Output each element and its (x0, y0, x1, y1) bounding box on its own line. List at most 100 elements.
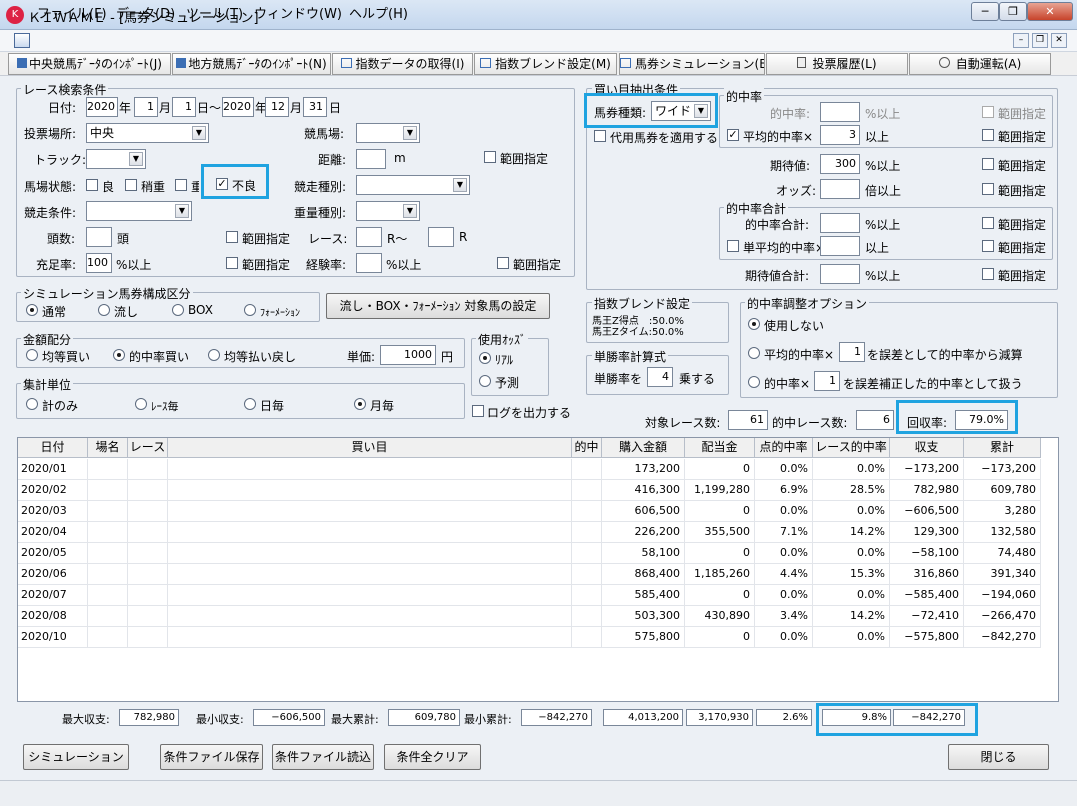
single-avg-range-checkbox[interactable] (982, 240, 994, 252)
race-to-input[interactable] (428, 227, 454, 247)
hit-rate-input[interactable] (820, 102, 860, 122)
from-month-input[interactable]: 1 (134, 97, 158, 117)
race-type-select[interactable]: ▼ (356, 175, 470, 195)
odds-input[interactable] (820, 179, 860, 199)
experience-input[interactable] (356, 253, 382, 273)
experience-range-checkbox[interactable] (497, 257, 509, 269)
to-year-input[interactable]: 2020 (222, 97, 254, 117)
odds-predicted-radio[interactable] (479, 375, 491, 387)
import-local-button[interactable]: 地方競馬ﾃﾞｰﾀのｲﾝﾎﾟｰﾄ(N) (172, 53, 331, 75)
condition-slightly-heavy-checkbox[interactable] (125, 179, 137, 191)
surface-select[interactable]: ▼ (86, 149, 146, 169)
menu-file[interactable]: ファイル(F) (37, 3, 107, 22)
unit-price-input[interactable]: 1000 (380, 345, 436, 365)
bet-type-select[interactable]: ワイド ▼ (651, 101, 711, 121)
race-condition-select[interactable]: ▼ (86, 201, 192, 221)
column-header[interactable]: 買い目 (168, 438, 572, 458)
fetch-index-button[interactable]: 指数データの取得(I) (332, 53, 473, 75)
column-header[interactable]: 配当金 (685, 438, 755, 458)
column-header[interactable]: 場名 (88, 438, 128, 458)
adjust-none-radio[interactable] (748, 318, 760, 330)
distance-input[interactable] (356, 149, 386, 169)
avg-hit-input[interactable]: 3 (820, 125, 860, 145)
adjust-subtract-input[interactable]: 1 (839, 342, 865, 362)
aggregate-total-radio[interactable] (26, 398, 38, 410)
hit-sum-range-checkbox[interactable] (982, 217, 994, 229)
mdi-close-button[interactable]: ✕ (1051, 33, 1067, 48)
heads-input[interactable] (86, 227, 112, 247)
column-header[interactable]: レース (128, 438, 168, 458)
clear-conditions-button[interactable]: 条件全クリア (384, 744, 481, 770)
close-button[interactable]: 閉じる (948, 744, 1049, 770)
heads-range-checkbox[interactable] (226, 231, 238, 243)
bet-simulation-button[interactable]: 馬券シミュレーション(B) (619, 53, 765, 75)
menu-help[interactable]: ヘルプ(H) (349, 3, 408, 22)
composition-formation-radio[interactable] (244, 304, 256, 316)
fill-range-checkbox[interactable] (226, 257, 238, 269)
odds-real-radio[interactable] (479, 352, 491, 364)
column-header[interactable]: 収支 (890, 438, 964, 458)
from-year-input[interactable]: 2020 (86, 97, 118, 117)
aggregate-race-radio[interactable] (135, 398, 147, 410)
mdi-restore-button[interactable]: ❐ (1032, 33, 1048, 48)
minimize-button[interactable]: ─ (971, 2, 999, 21)
condition-heavy-checkbox[interactable] (175, 179, 187, 191)
condition-good-checkbox[interactable] (86, 179, 98, 191)
single-avg-checkbox[interactable] (727, 240, 739, 252)
ev-range-checkbox[interactable] (982, 158, 994, 170)
from-day-input[interactable]: 1 (172, 97, 196, 117)
column-header[interactable]: レース的中率 (813, 438, 890, 458)
avg-hit-range-checkbox[interactable] (982, 129, 994, 141)
avg-hit-checkbox[interactable]: ✓ (727, 129, 739, 141)
to-day-input[interactable]: 31 (303, 97, 327, 117)
results-table[interactable]: 日付 場名 レース 買い目 的中 購入金額 配当金 点的中率 レース的中率 収支 累計 2020/01… (17, 437, 1059, 702)
target-horse-settings-button[interactable]: 流し・BOX・ﾌｫｰﾒｰｼｮﾝ 対象馬の設定 (326, 293, 550, 319)
menu-tools[interactable]: ツール(T) (186, 3, 243, 22)
menu-data[interactable]: データ(D) (116, 3, 175, 22)
restore-button[interactable]: ❐ (999, 2, 1027, 21)
adjust-correct-radio[interactable] (748, 376, 760, 388)
adjust-correct-input[interactable]: 1 (814, 371, 840, 391)
save-conditions-button[interactable]: 条件ファイル保存 (160, 744, 263, 770)
track-select[interactable]: ▼ (356, 123, 420, 143)
aggregate-day-radio[interactable] (244, 398, 256, 410)
composition-normal-radio[interactable] (26, 304, 38, 316)
column-header[interactable]: 日付 (18, 438, 88, 458)
fill-rate-input[interactable]: 100 (86, 253, 112, 273)
load-conditions-button[interactable]: 条件ファイル読込 (272, 744, 374, 770)
column-header[interactable]: 点的中率 (755, 438, 813, 458)
allocation-equal-payout-radio[interactable] (208, 349, 220, 361)
to-month-input[interactable]: 12 (265, 97, 289, 117)
allocation-hit-rate-radio[interactable] (113, 349, 125, 361)
hit-rate-range-checkbox[interactable] (982, 106, 994, 118)
import-central-button[interactable]: 中央競馬ﾃﾞｰﾀのｲﾝﾎﾟｰﾄ(J) (8, 53, 171, 75)
adjust-subtract-radio[interactable] (748, 347, 760, 359)
substitute-checkbox[interactable] (594, 130, 606, 142)
win-rate-power-input[interactable]: 4 (647, 367, 673, 387)
simulate-button[interactable]: シミュレーション (23, 744, 129, 770)
aggregate-month-radio[interactable] (354, 398, 366, 410)
column-header[interactable]: 累計 (964, 438, 1041, 458)
composition-nagashi-radio[interactable] (98, 304, 110, 316)
hit-sum-input[interactable] (820, 213, 860, 233)
column-header[interactable]: 的中 (572, 438, 602, 458)
odds-range-checkbox[interactable] (982, 183, 994, 195)
expected-value-input[interactable]: 300 (820, 154, 860, 174)
mdi-minimize-button[interactable]: – (1013, 33, 1029, 48)
distance-range-checkbox[interactable] (484, 151, 496, 163)
log-output-checkbox[interactable] (472, 405, 484, 417)
auto-run-button[interactable]: 自動運転(A) (909, 53, 1051, 75)
ev-sum-input[interactable] (820, 264, 860, 284)
index-blend-button[interactable]: 指数ブレンド設定(M) (474, 53, 617, 75)
single-avg-input[interactable] (820, 236, 860, 256)
column-header[interactable]: 購入金額 (602, 438, 685, 458)
condition-bad-checkbox[interactable]: ✓ (216, 178, 228, 190)
ev-sum-range-checkbox[interactable] (982, 268, 994, 280)
allocation-equal-buy-radio[interactable] (26, 349, 38, 361)
composition-box-radio[interactable] (172, 304, 184, 316)
bet-history-button[interactable]: 投票履歴(L) (766, 53, 908, 75)
race-from-input[interactable] (356, 227, 382, 247)
weight-select[interactable]: ▼ (356, 201, 420, 221)
venue-select[interactable]: 中央 ▼ (86, 123, 209, 143)
close-window-button[interactable]: ✕ (1027, 2, 1073, 21)
